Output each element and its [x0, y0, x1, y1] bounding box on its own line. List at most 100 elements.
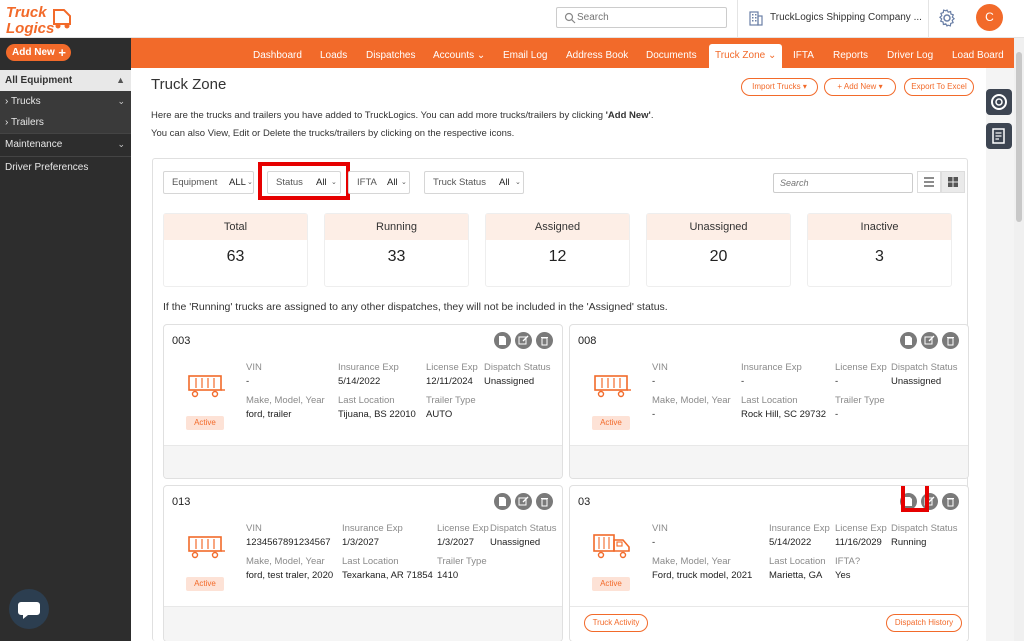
sidebar-item-trailers[interactable]: › Trailers [0, 112, 131, 133]
sidebar-item-all-equipment[interactable]: All Equipment ▲ [0, 70, 131, 91]
trailer-type-label: Trailer Type [835, 395, 885, 406]
chevron-down-icon: ⌄ [515, 179, 521, 186]
plus-icon: + [58, 45, 66, 60]
stat-label: Running [325, 214, 468, 240]
dispatch-history-button[interactable]: Dispatch History [886, 614, 962, 632]
edit-icon[interactable] [515, 332, 532, 349]
stat-running[interactable]: Running 33 [324, 213, 469, 287]
edit-icon[interactable] [515, 493, 532, 510]
sidebar-add-new-button[interactable]: Add New + [6, 44, 71, 61]
global-search-input[interactable] [577, 10, 722, 25]
last-location-label: Last Location [342, 556, 399, 567]
nav-dispatches[interactable]: Dispatches [366, 38, 415, 68]
delete-icon[interactable] [942, 493, 959, 510]
nav-reports[interactable]: Reports [833, 38, 868, 68]
ifta-filter[interactable]: IFTA All ⌄ [348, 171, 410, 194]
gear-icon[interactable] [937, 8, 957, 28]
equipment-search[interactable] [773, 173, 913, 193]
equipment-search-input[interactable] [780, 175, 910, 191]
nav-load-board[interactable]: Load Board [952, 38, 1004, 68]
stat-label: Unassigned [647, 214, 790, 240]
delete-icon[interactable] [942, 332, 959, 349]
grid-view-toggle[interactable] [941, 171, 965, 193]
nav-driver-log[interactable]: Driver Log [887, 38, 933, 68]
make-model-year-label: Make, Model, Year [246, 556, 325, 567]
stat-value: 12 [548, 248, 567, 265]
last-location-value: Tijuana, BS 22010 [338, 409, 416, 420]
chat-widget-button[interactable] [9, 589, 49, 629]
document-icon [992, 128, 1005, 144]
view-document-icon[interactable] [900, 332, 917, 349]
svg-text:Truck: Truck [6, 4, 47, 21]
import-trucks-button[interactable]: Import Trucks ▾ [741, 78, 818, 96]
nav-label: Truck Zone [715, 50, 766, 61]
stat-total[interactable]: Total 63 [163, 213, 308, 287]
truck-activity-button[interactable]: Truck Activity [584, 614, 648, 632]
nav-truck-zone[interactable]: Truck Zone ⌄ [709, 44, 783, 68]
status-badge: Active [592, 577, 630, 591]
filter-value: All [387, 177, 398, 188]
add-new-button[interactable]: + Add New ▾ [824, 78, 896, 96]
delete-icon[interactable] [536, 493, 553, 510]
stat-unassigned[interactable]: Unassigned 20 [646, 213, 791, 287]
nav-accounts[interactable]: Accounts ⌄ [433, 38, 485, 68]
edit-icon[interactable] [921, 332, 938, 349]
sidebar-item-trucks[interactable]: › Trucks ⌄ [0, 91, 131, 112]
user-avatar[interactable]: C [976, 4, 1003, 31]
notes-tool-button[interactable] [986, 123, 1012, 149]
dispatch-status-label: Dispatch Status [891, 523, 958, 534]
view-document-icon[interactable] [494, 332, 511, 349]
support-tool-button[interactable] [986, 89, 1012, 115]
caret-down-icon: ▾ [878, 82, 883, 91]
global-search[interactable] [556, 7, 727, 28]
last-location-value: Marietta, GA [769, 570, 823, 581]
filter-value: ALL [229, 177, 246, 188]
delete-icon[interactable] [536, 332, 553, 349]
nav-dashboard[interactable]: Dashboard [253, 38, 302, 68]
equipment-number[interactable]: 03 [578, 496, 590, 508]
list-view-toggle[interactable] [917, 171, 941, 193]
scrollbar-thumb[interactable] [1016, 52, 1022, 222]
sidebar-item-maintenance[interactable]: Maintenance ⌄ [0, 134, 131, 155]
stat-value: 3 [875, 248, 884, 265]
status-filter-highlight [258, 162, 350, 200]
trailer-type-value: - [835, 409, 839, 420]
trailer-type-label: Trailer Type [437, 556, 487, 567]
nav-documents[interactable]: Documents [646, 38, 697, 68]
nav-email-log[interactable]: Email Log [503, 38, 547, 68]
filter-label: Truck Status [433, 177, 486, 188]
equipment-number[interactable]: 013 [172, 496, 190, 508]
dispatch-status-label: Dispatch Status [484, 362, 551, 373]
trailer-icon [594, 375, 631, 398]
equipment-card: 013 Active VIN 1234567891234567 Insuranc… [163, 485, 563, 641]
stat-assigned[interactable]: Assigned 12 [485, 213, 630, 287]
license-exp-label: License Exp [437, 523, 489, 534]
vin-value: 1234567891234567 [246, 537, 331, 548]
vin-label: VIN [652, 362, 668, 373]
make-model-year-label: Make, Model, Year [246, 395, 325, 406]
search-icon [564, 12, 576, 24]
sidebar-item-driver-preferences[interactable]: Driver Preferences [0, 157, 131, 178]
view-document-icon[interactable] [494, 493, 511, 510]
export-to-excel-button[interactable]: Export To Excel [904, 78, 974, 96]
stat-value: 20 [709, 248, 728, 265]
truck-status-filter[interactable]: Truck Status All ⌄ [424, 171, 524, 194]
button-label: Import Trucks [752, 82, 801, 91]
trucklogics-logo[interactable]: Truck Logics [4, 2, 74, 37]
main-nav: Dashboard Loads Dispatches Accounts ⌄ Em… [131, 38, 1024, 68]
nav-loads[interactable]: Loads [320, 38, 347, 68]
license-exp-value: 1/3/2027 [437, 537, 474, 548]
equipment-number[interactable]: 008 [578, 335, 596, 347]
status-note: If the 'Running' trucks are assigned to … [163, 301, 668, 313]
nav-address-book[interactable]: Address Book [566, 38, 628, 68]
stat-inactive[interactable]: Inactive 3 [807, 213, 952, 287]
company-selector[interactable]: TruckLogics Shipping Company ... [737, 0, 929, 38]
trailer-icon [188, 536, 225, 559]
vin-label: VIN [652, 523, 668, 534]
dispatch-status-label: Dispatch Status [490, 523, 557, 534]
equipment-filter[interactable]: Equipment ALL ⌄ [163, 171, 254, 194]
equipment-number[interactable]: 003 [172, 335, 190, 347]
license-exp-value: 11/16/2029 [835, 537, 882, 548]
nav-ifta[interactable]: IFTA [793, 38, 814, 68]
stat-value: 63 [226, 248, 245, 265]
